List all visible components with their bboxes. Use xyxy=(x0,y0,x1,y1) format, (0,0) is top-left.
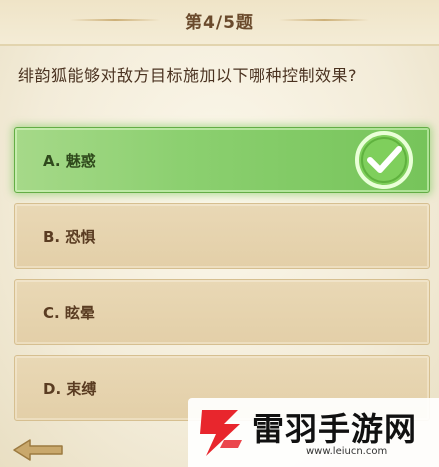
option-d-label: D. 束缚 xyxy=(43,380,97,398)
option-a-label: A. 魅惑 xyxy=(43,152,96,170)
site-watermark: 雷羽手游网 www.leiucn.com xyxy=(188,398,439,467)
header-bar: 第4/5题 xyxy=(0,0,439,46)
check-circle-icon xyxy=(355,131,413,189)
option-b-label: B. 恐惧 xyxy=(43,228,96,246)
question-text: 绯韵狐能够对敌方目标施加以下哪种控制效果? xyxy=(18,66,357,85)
watermark-name: 雷羽手游网 xyxy=(252,410,418,448)
option-b[interactable]: B. 恐惧 xyxy=(14,203,430,269)
arrow-left-icon[interactable] xyxy=(12,438,64,462)
watermark-url: www.leiucn.com xyxy=(306,446,388,457)
option-c-label: C. 眩晕 xyxy=(43,304,95,322)
watermark-logo-icon xyxy=(200,410,242,456)
option-c[interactable]: C. 眩晕 xyxy=(14,279,430,345)
question-counter: 第4/5题 xyxy=(185,13,254,33)
option-a[interactable]: A. 魅惑 xyxy=(14,127,430,193)
